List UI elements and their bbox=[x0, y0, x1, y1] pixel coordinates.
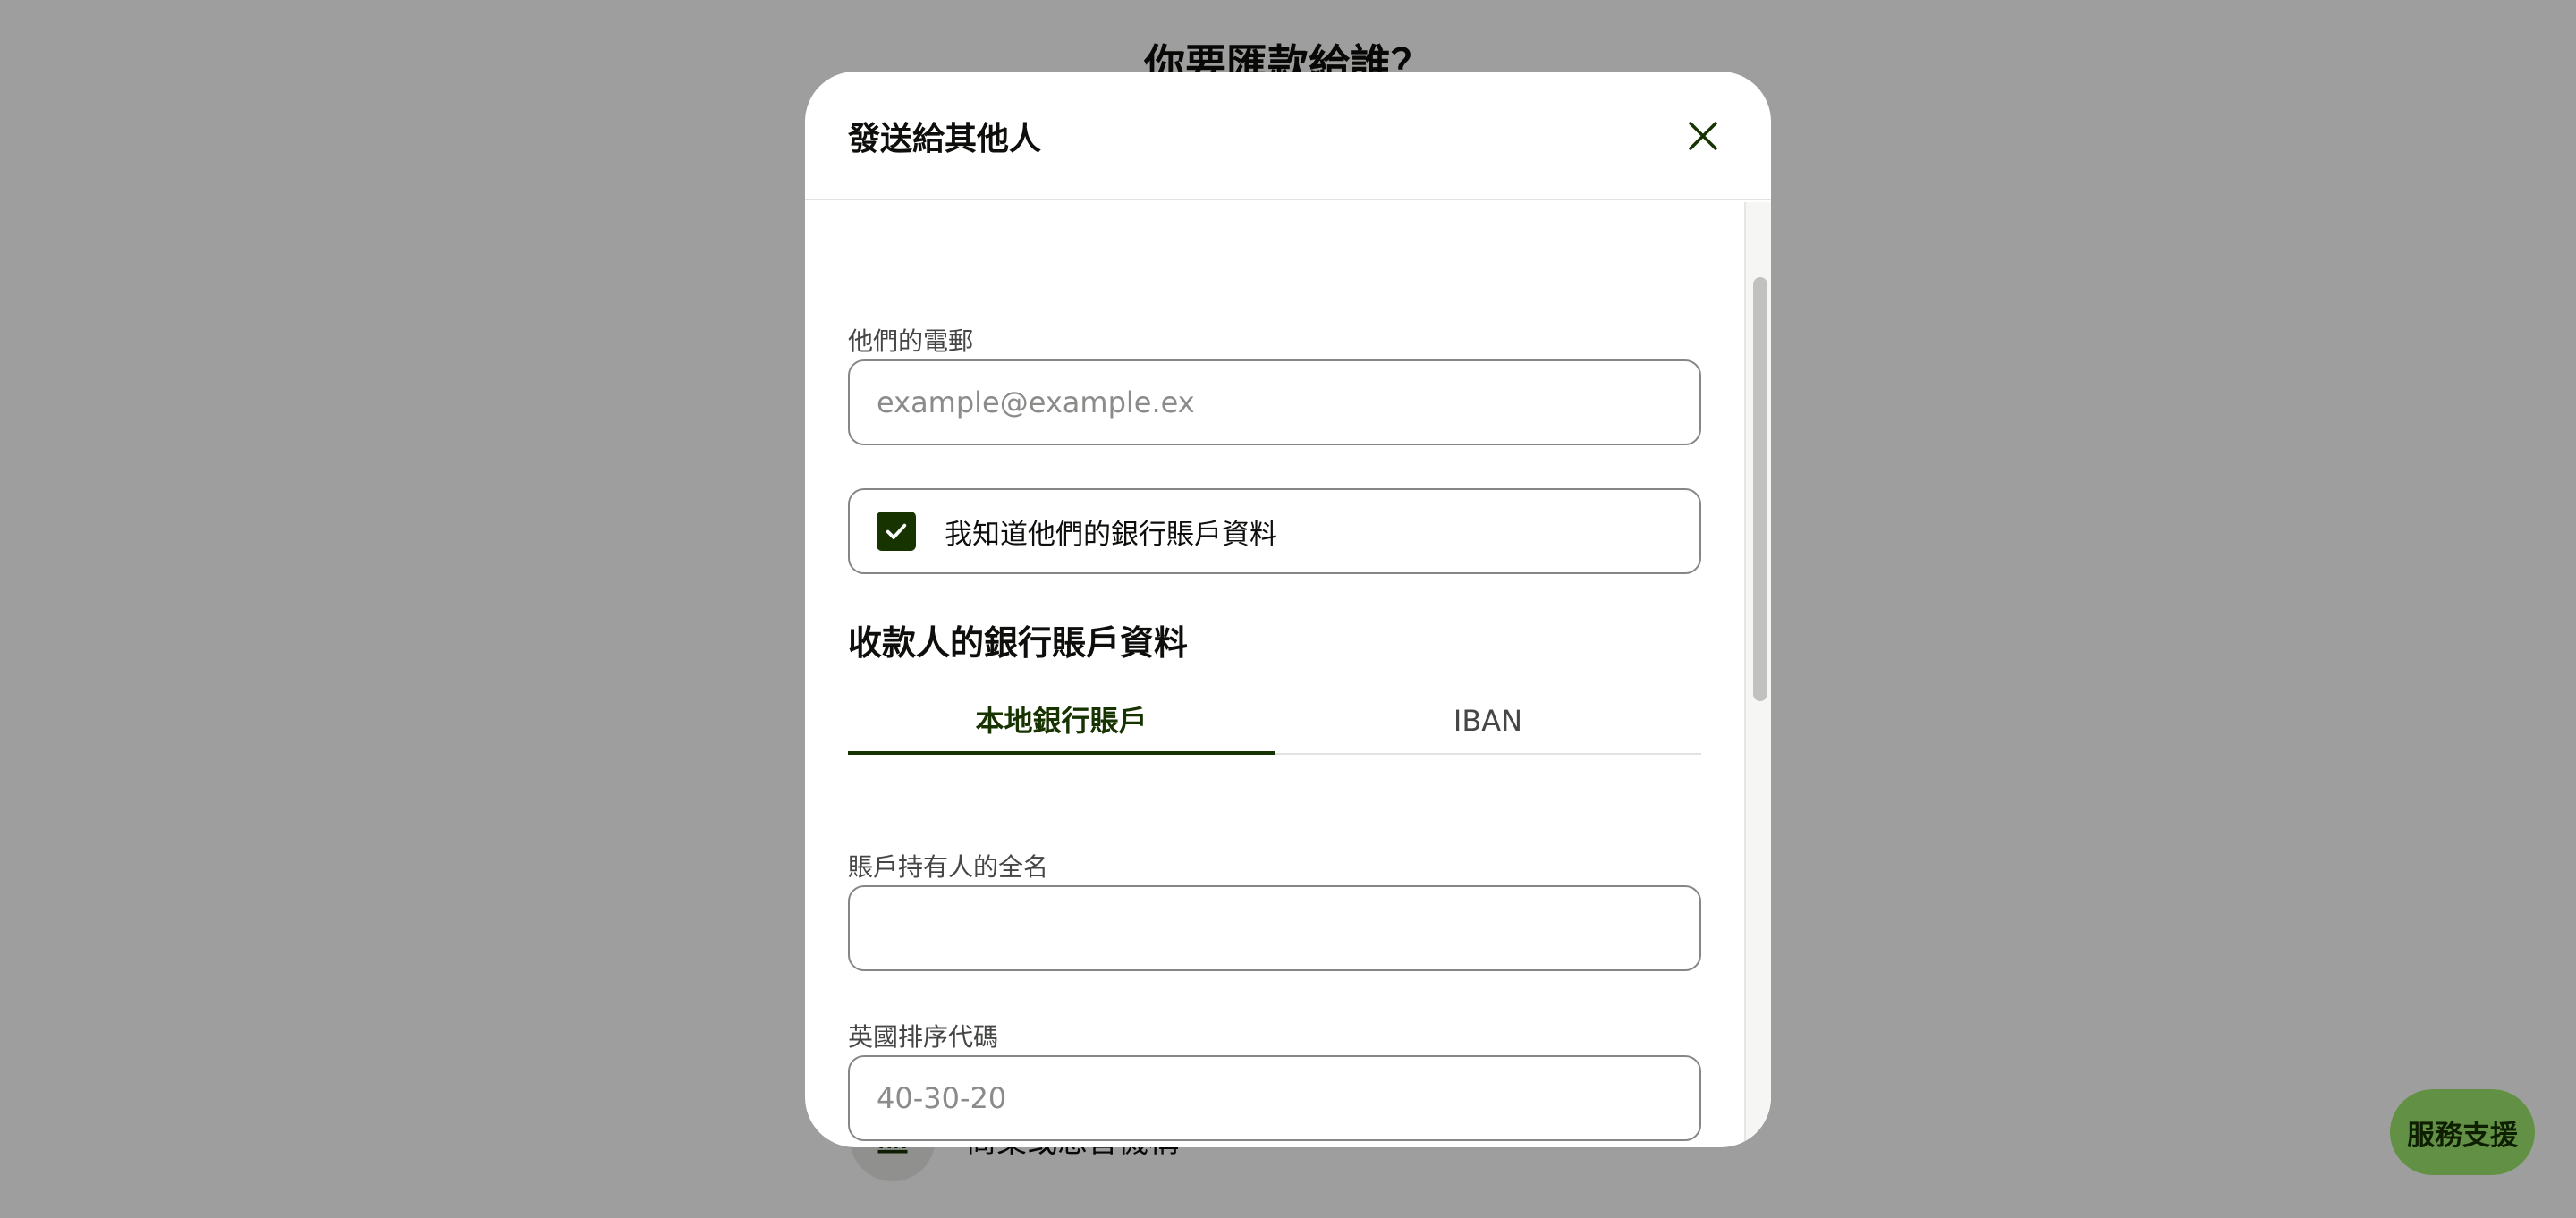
dialog-title: 發送給其他人 bbox=[848, 121, 1042, 157]
check-icon bbox=[886, 523, 907, 539]
send-to-someone-dialog: 發送給其他人 他們的電郵 我知道他們的銀行賬戶資料 收款人的銀行賬戶資料 本地銀… bbox=[805, 72, 1771, 1147]
checkbox-checked[interactable] bbox=[877, 512, 916, 551]
sort-code-input[interactable] bbox=[848, 1055, 1701, 1141]
close-icon bbox=[1689, 122, 1717, 150]
close-button[interactable] bbox=[1674, 107, 1732, 165]
know-bank-details-label: 我知道他們的銀行賬戶資料 bbox=[945, 518, 1277, 551]
scrollbar-thumb[interactable] bbox=[1753, 277, 1767, 701]
account-holder-name-input[interactable] bbox=[848, 885, 1701, 971]
know-bank-details-checkbox[interactable]: 我知道他們的銀行賬戶資料 bbox=[848, 488, 1701, 574]
dialog-body: 他們的電郵 我知道他們的銀行賬戶資料 收款人的銀行賬戶資料 本地銀行賬戶 IBA… bbox=[805, 202, 1746, 1147]
account-type-tabs: 本地銀行賬戶 IBAN bbox=[848, 690, 1701, 755]
sort-code-label: 英國排序代碼 bbox=[848, 1022, 999, 1052]
support-button[interactable]: 服務支援 bbox=[2390, 1089, 2535, 1175]
account-holder-name-label: 賬戶持有人的全名 bbox=[848, 852, 1049, 882]
tab-local-bank-account[interactable]: 本地銀行賬戶 bbox=[848, 690, 1275, 755]
dialog-header: 發送給其他人 bbox=[805, 72, 1771, 200]
email-label: 他們的電郵 bbox=[848, 326, 974, 356]
recipient-bank-details-heading: 收款人的銀行賬戶資料 bbox=[848, 623, 1189, 663]
email-input[interactable] bbox=[848, 359, 1701, 445]
dialog-scrollbar[interactable] bbox=[1744, 202, 1771, 1147]
tab-iban[interactable]: IBAN bbox=[1275, 690, 1701, 753]
